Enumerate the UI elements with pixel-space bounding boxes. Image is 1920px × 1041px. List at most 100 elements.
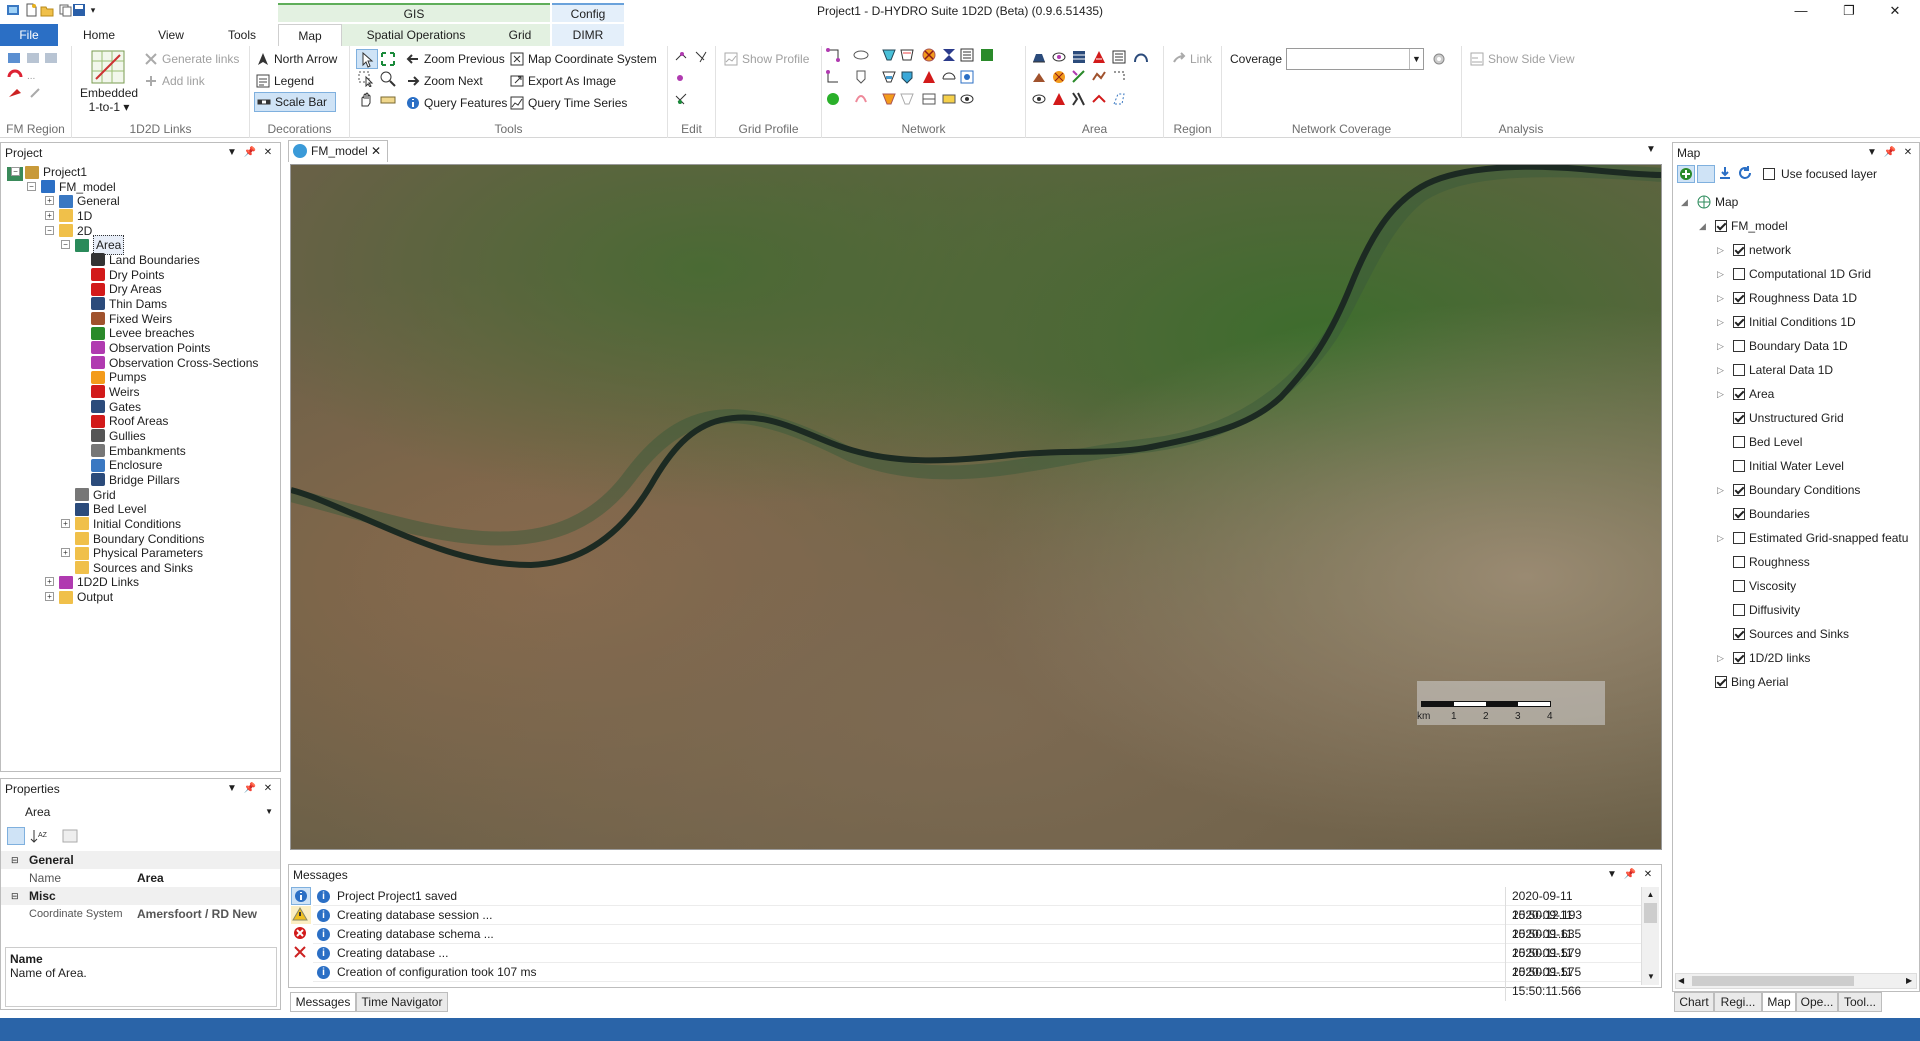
layer-checkbox[interactable]: [1733, 412, 1745, 424]
layer-expander-icon[interactable]: ▷: [1717, 269, 1724, 280]
layer-item[interactable]: Area: [1733, 385, 1774, 403]
close-panel-icon[interactable]: ✕: [261, 779, 275, 799]
tree-expander-icon[interactable]: +: [45, 592, 54, 602]
tab-time-navigator[interactable]: Time Navigator: [356, 992, 448, 1012]
tab-home[interactable]: Home: [68, 24, 130, 46]
filter-error-icon[interactable]: [291, 925, 311, 943]
panel-menu-icon[interactable]: ▼: [1605, 865, 1619, 885]
tree-node-output[interactable]: Output: [59, 588, 113, 606]
message-row[interactable]: i Creation of configuration took 107 ms 20…: [313, 963, 1643, 1001]
map-canvas[interactable]: km 1 2 3 4: [290, 164, 1662, 850]
layer-checkbox[interactable]: [1733, 532, 1745, 544]
measure-icon[interactable]: [380, 92, 396, 108]
scroll-left-icon[interactable]: ◀: [1678, 974, 1684, 988]
chevron-down-icon[interactable]: ▼: [1409, 49, 1423, 69]
edit-tool-icons[interactable]: [674, 50, 714, 110]
north-arrow-button[interactable]: North Arrow: [256, 50, 337, 68]
layer-expander-icon[interactable]: ▷: [1717, 341, 1724, 352]
layer-export-icon[interactable]: [1717, 165, 1735, 183]
tree-expander-icon[interactable]: −: [61, 240, 70, 250]
layer-expander-icon[interactable]: ▷: [1717, 653, 1724, 664]
refresh-icon[interactable]: [1737, 165, 1755, 183]
layer-item[interactable]: Viscosity: [1733, 577, 1796, 595]
message-row[interactable]: i Creating database ... 2020-09-11 15:50:1…: [313, 944, 1643, 982]
layer-expander-icon[interactable]: ▷: [1717, 317, 1724, 328]
tree-expander-icon[interactable]: −: [27, 181, 36, 191]
right-tab-4[interactable]: Tool...: [1838, 992, 1882, 1012]
coverage-select[interactable]: ▼: [1286, 48, 1424, 70]
select-rect-icon[interactable]: [358, 71, 374, 88]
panel-menu-icon[interactable]: ▼: [225, 143, 239, 163]
layer-checkbox[interactable]: [1715, 676, 1727, 688]
scroll-thumb[interactable]: [1644, 903, 1657, 923]
layer-checkbox[interactable]: [1733, 244, 1745, 256]
scroll-down-icon[interactable]: ▼: [1642, 969, 1660, 985]
property-pages-icon[interactable]: [61, 827, 79, 845]
layer-expander-icon[interactable]: ▷: [1717, 389, 1724, 400]
layer-item[interactable]: Initial Water Level: [1733, 457, 1844, 475]
close-tab-icon[interactable]: ✕: [371, 141, 381, 161]
tab-tools[interactable]: Tools: [212, 24, 272, 46]
layer-item[interactable]: Unstructured Grid: [1733, 409, 1844, 427]
collapse-icon[interactable]: ⊟: [11, 855, 19, 866]
filter-info-icon[interactable]: [291, 887, 311, 905]
layer-checkbox[interactable]: [1733, 364, 1745, 376]
right-tab-1[interactable]: Regi...: [1714, 992, 1762, 1012]
generate-links-button[interactable]: Generate links: [144, 50, 239, 68]
tab-fm-model[interactable]: FM_model ✕: [288, 140, 388, 162]
pan-hand-icon[interactable]: [358, 92, 374, 108]
tree-expander-icon[interactable]: +: [61, 548, 70, 558]
show-profile-button[interactable]: Show Profile: [724, 50, 809, 68]
fm-region-icons[interactable]: ...: [7, 51, 67, 111]
pin-icon[interactable]: 📌: [243, 143, 257, 163]
one-to-one-dropdown[interactable]: 1-to-1 ▾: [80, 100, 138, 114]
zoom-next-button[interactable]: Zoom Next: [406, 72, 483, 90]
panel-menu-icon[interactable]: ▼: [1865, 143, 1879, 163]
layer-item[interactable]: 1D/2D links: [1733, 649, 1810, 667]
collapse-icon[interactable]: ⊟: [11, 891, 19, 902]
show-side-view-button[interactable]: Show Side View: [1470, 50, 1575, 68]
layer-expander-icon[interactable]: ▷: [1717, 533, 1724, 544]
pin-icon[interactable]: 📌: [1623, 865, 1637, 885]
pin-icon[interactable]: 📌: [243, 779, 257, 799]
layer-item[interactable]: Roughness Data 1D: [1733, 289, 1857, 307]
query-time-series-button[interactable]: Query Time Series: [510, 94, 627, 112]
add-link-button[interactable]: Add link: [144, 72, 205, 90]
message-row[interactable]: i Project Project1 saved 2020-09-11 15:50:…: [313, 887, 1643, 925]
layer-item[interactable]: Diffusivity: [1733, 601, 1800, 619]
layer-item[interactable]: Boundaries: [1733, 505, 1810, 523]
layer-expander-icon[interactable]: ◢: [1681, 197, 1688, 208]
layer-checkbox[interactable]: [1733, 388, 1745, 400]
messages-scrollbar[interactable]: ▲ ▼: [1641, 887, 1659, 985]
embedded-label[interactable]: Embedded: [80, 86, 138, 100]
area-tool-icons[interactable]: [1030, 48, 1160, 112]
add-layer-icon[interactable]: [1677, 165, 1695, 183]
layer-expander-icon[interactable]: ▷: [1717, 293, 1724, 304]
categorized-view-icon[interactable]: [7, 827, 25, 845]
panel-menu-icon[interactable]: ▼: [225, 779, 239, 799]
close-panel-icon[interactable]: ✕: [1901, 143, 1915, 163]
zoom-previous-button[interactable]: Zoom Previous: [406, 50, 505, 68]
zoom-extent-icon[interactable]: [380, 51, 396, 67]
layer-item[interactable]: Computational 1D Grid: [1733, 265, 1871, 283]
tree-expander-icon[interactable]: +: [45, 196, 54, 206]
link-button[interactable]: Link: [1172, 50, 1212, 68]
layer-item[interactable]: network: [1733, 241, 1791, 259]
layer-checkbox[interactable]: [1733, 604, 1745, 616]
query-features-button[interactable]: Query Features: [406, 94, 507, 112]
sort-alpha-icon[interactable]: AZ: [29, 827, 48, 845]
tree-expander-icon[interactable]: +: [45, 577, 54, 587]
layer-item[interactable]: Bed Level: [1733, 433, 1802, 451]
scroll-up-icon[interactable]: ▲: [1642, 887, 1659, 903]
scale-bar-button[interactable]: Scale Bar: [254, 92, 336, 112]
layer-checkbox[interactable]: [1733, 436, 1745, 448]
right-tab-2[interactable]: Map: [1762, 992, 1796, 1012]
layer-checkbox[interactable]: [1733, 652, 1745, 664]
use-focused-layer-checkbox[interactable]: Use focused layer: [1763, 167, 1877, 181]
zoom-in-icon[interactable]: [380, 71, 396, 87]
layer-checkbox[interactable]: [1733, 556, 1745, 568]
layer-expander-icon[interactable]: ▷: [1717, 485, 1724, 496]
tab-grid[interactable]: Grid: [490, 24, 550, 46]
layer-checkbox[interactable]: [1733, 484, 1745, 496]
layer-expander-icon[interactable]: ▷: [1717, 245, 1724, 256]
